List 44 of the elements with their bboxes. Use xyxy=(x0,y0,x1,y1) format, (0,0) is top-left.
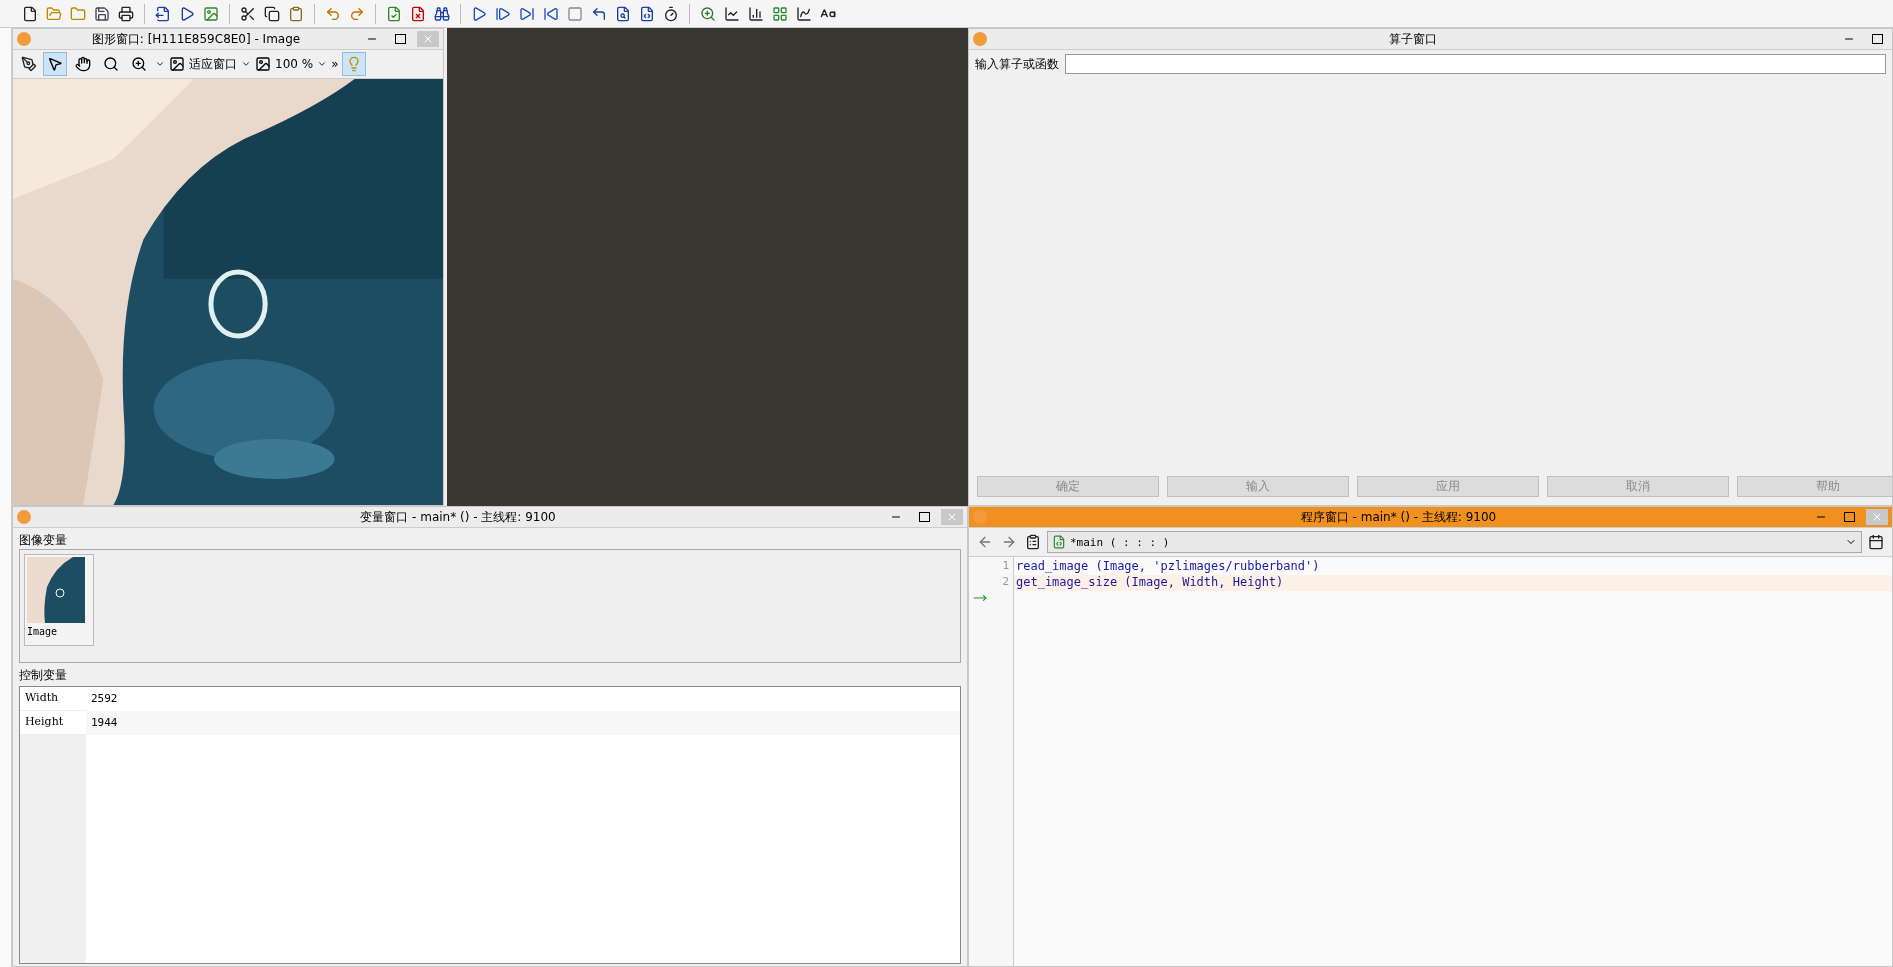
zoom-level-icon xyxy=(255,56,271,72)
procedure-dropdown[interactable]: *main ( : : : ) xyxy=(1047,531,1862,553)
procedure-icon xyxy=(1052,535,1066,549)
operator-input-field[interactable] xyxy=(1065,54,1886,74)
pointer-tool[interactable] xyxy=(43,52,67,76)
maximize-icon xyxy=(918,512,930,522)
close-icon xyxy=(1871,511,1883,523)
line-number: 2 xyxy=(1001,575,1010,590)
zoom-icon xyxy=(131,56,147,72)
app-logo-icon xyxy=(17,510,31,524)
line-number: 1 xyxy=(1001,559,1010,574)
magnifier-icon xyxy=(103,56,119,72)
calendar-icon[interactable] xyxy=(1866,532,1886,552)
iconic-variables-label: 图像变量 xyxy=(18,532,68,549)
app-logo-icon xyxy=(17,32,31,46)
app-logo-icon xyxy=(973,32,987,46)
variable-value: 2592 xyxy=(90,691,119,707)
image-thumbnail[interactable] xyxy=(27,557,85,623)
close-icon xyxy=(422,33,434,45)
variable-name: Image xyxy=(27,626,59,637)
hand-icon xyxy=(75,56,91,72)
pen-tool[interactable] xyxy=(19,54,39,74)
operator-input-label: 输入算子或函数 xyxy=(975,55,1059,73)
maximize-icon xyxy=(1843,512,1855,522)
maximize-icon xyxy=(394,34,406,44)
zoom-mode-label[interactable]: 适应窗口 xyxy=(189,55,237,73)
overflow-button[interactable]: » xyxy=(331,57,339,71)
close-icon xyxy=(946,511,958,523)
window-title: 变量窗口 - main* () - 主线程: 9100 xyxy=(359,508,557,526)
caret-icon[interactable] xyxy=(317,59,328,69)
caret-icon[interactable] xyxy=(241,59,251,69)
control-variables-label: 控制变量 xyxy=(18,667,68,684)
fit-window-icon xyxy=(169,56,185,72)
maximize-icon xyxy=(1871,34,1883,44)
pointer-icon xyxy=(47,56,63,72)
zoom-percent-label[interactable]: 100 % xyxy=(275,57,314,71)
variable-name: Height xyxy=(20,711,86,735)
app-logo-icon xyxy=(973,510,987,524)
caret-icon[interactable] xyxy=(155,59,165,69)
variable-value: 1944 xyxy=(90,715,119,731)
window-title: 图形窗口: [H111E859C8E0] - Image xyxy=(90,30,302,48)
window-title: 程序窗口 - main* () - 主线程: 9100 xyxy=(1299,508,1498,526)
code-line: read_image (Image, 'pzlimages/rubberband') xyxy=(1015,559,1321,575)
window-title: 算子窗口 xyxy=(1387,30,1438,48)
